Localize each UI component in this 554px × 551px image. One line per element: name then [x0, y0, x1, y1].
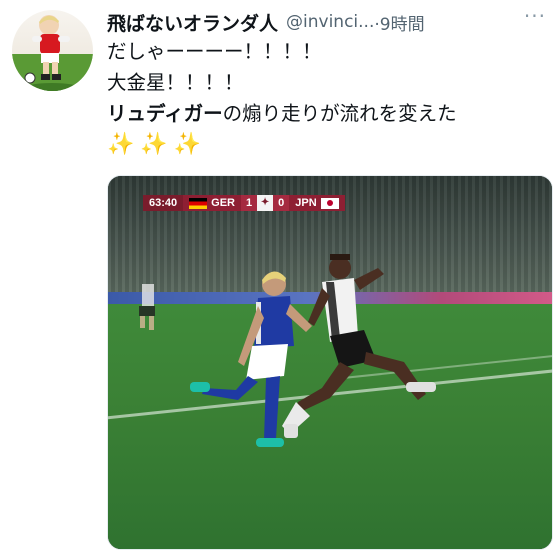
distant-player	[139, 284, 155, 330]
tweet-timestamp[interactable]: ·9時間	[374, 10, 424, 35]
tweet-body: だしゃーーーー！！！！ 大金星！！！！ リュディガーの煽り走りが流れを変えた ✨…	[107, 36, 547, 160]
germany-flag-icon	[189, 197, 208, 209]
mention-rudiger: リュディガー	[107, 102, 223, 125]
match-clock: 63:40	[143, 195, 184, 211]
world-cup-logo-icon: ✦	[257, 195, 274, 211]
tweet-line-3-rest: の煽り走りが流れを変えた	[222, 102, 457, 125]
tweet-line-3: リュディガーの煽り走りが流れを変えた	[107, 98, 547, 129]
tweet-media-video[interactable]: 63:40 GER 1 ✦ 0 JPN	[107, 175, 553, 550]
author-avatar[interactable]	[12, 10, 93, 91]
scoreboard-overlay: 63:40 GER 1 ✦ 0 JPN	[143, 195, 345, 211]
more-options-icon[interactable]: ···	[524, 4, 546, 28]
germany-player	[282, 254, 436, 438]
author-name[interactable]: 飛ばないオランダ人	[107, 9, 278, 36]
away-team-code: JPN	[295, 197, 317, 209]
home-team: GER	[183, 195, 241, 211]
tweet-line-1: だしゃーーーー！！！！	[107, 40, 322, 63]
sparkles-emoji: ✨✨✨	[107, 132, 208, 157]
author-handle[interactable]: @invinci...	[286, 12, 374, 32]
away-score: 0	[273, 195, 290, 211]
tweet-header: 飛ばないオランダ人 @invinci... ·9時間	[107, 8, 547, 36]
avatar-illustration	[12, 15, 93, 91]
home-score: 1	[240, 195, 258, 211]
away-team: JPN	[289, 195, 345, 211]
japan-flag-icon	[320, 197, 339, 209]
players-illustration	[139, 254, 436, 447]
tweet-line-2: 大金星！！！！	[107, 71, 244, 94]
home-team-code: GER	[211, 197, 235, 209]
